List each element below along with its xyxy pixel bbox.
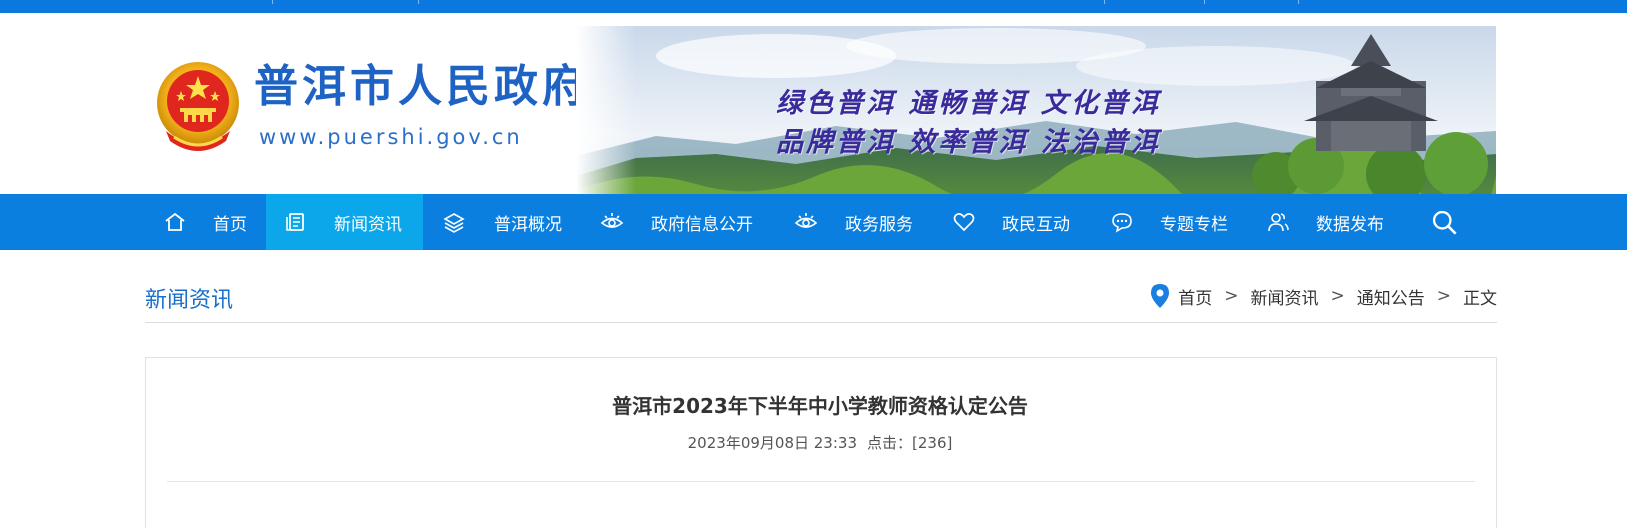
nav-item-label: 数据发布 <box>1316 214 1384 235</box>
top-divider <box>1104 0 1105 4</box>
nav-item-news[interactable]: 新闻资讯 <box>266 194 423 250</box>
nav-item-label: 首页 <box>213 214 247 235</box>
article-clicks-label: 点击： <box>866 434 912 452</box>
slogan-line-2: 品牌普洱 效率普洱 法治普洱 <box>776 127 1161 158</box>
top-divider <box>1204 0 1205 4</box>
section-divider <box>145 322 1497 323</box>
nav-item-overview[interactable]: 普洱概况 <box>442 194 592 250</box>
breadcrumb-separator: > <box>1436 286 1451 306</box>
layers-icon <box>443 213 465 233</box>
heart-icon <box>953 213 975 232</box>
users-icon <box>1268 213 1289 232</box>
site-url: www.puershi.gov.cn <box>259 125 523 149</box>
nav-item-label: 新闻资讯 <box>334 214 402 235</box>
nav-item-label: 专题专栏 <box>1160 214 1228 235</box>
breadcrumb: 首页 > 新闻资讯 > 通知公告 > 正文 <box>1150 283 1497 309</box>
home-icon <box>165 212 185 231</box>
search-icon <box>1432 210 1457 235</box>
site-title[interactable]: 普洱市人民政府 <box>254 65 590 109</box>
top-divider <box>1298 0 1299 4</box>
breadcrumb-home[interactable]: 首页 <box>1178 284 1212 309</box>
slogan-line-1: 绿色普洱 通畅普洱 文化普洱 <box>776 88 1161 119</box>
article-divider <box>167 481 1475 482</box>
breadcrumb-news[interactable]: 新闻资讯 <box>1251 284 1319 309</box>
article-title: 普洱市2023年下半年中小学教师资格认定公告 <box>612 394 1028 418</box>
location-pin-icon <box>1151 284 1170 308</box>
nav-item-label: 普洱概况 <box>494 214 562 235</box>
article-date: 2023年09月08日 23:33 <box>687 434 857 452</box>
breadcrumb-current: 正文 <box>1463 288 1497 309</box>
top-strip <box>0 0 1627 13</box>
top-divider <box>418 0 419 4</box>
nav-item-label: 政务服务 <box>845 214 913 235</box>
site-header: 普洱市人民政府 www.puershi.gov.cn 绿色普洱 通畅普洱 文化普… <box>0 13 1627 207</box>
eye-icon <box>600 213 624 228</box>
national-emblem-icon[interactable] <box>156 61 240 157</box>
article-meta: 2023年09月08日 23:33 点击：[236] <box>0 432 1627 453</box>
breadcrumb-separator: > <box>1224 286 1239 306</box>
nav-item-home[interactable]: 首页 <box>163 194 266 250</box>
nav-item-gov-info[interactable]: 政府信息公开 <box>600 194 780 250</box>
nav-item-label: 政民互动 <box>1002 214 1070 235</box>
main-nav: 首页 新闻资讯 普洱概况 政府信息公开 政务服务 政民互动 专题专栏 数据发布 <box>0 194 1627 250</box>
nav-item-label: 政府信息公开 <box>651 214 753 235</box>
nav-item-interaction[interactable]: 政民互动 <box>952 194 1102 250</box>
eye-icon <box>794 213 818 228</box>
article-clicks-value: [236] <box>912 434 953 452</box>
breadcrumb-separator: > <box>1330 286 1345 306</box>
nav-item-topics[interactable]: 专题专栏 <box>1110 194 1260 250</box>
nav-item-data[interactable]: 数据发布 <box>1266 194 1416 250</box>
top-divider <box>272 0 273 4</box>
breadcrumb-notices[interactable]: 通知公告 <box>1357 284 1425 309</box>
section-title: 新闻资讯 <box>145 288 234 313</box>
search-button[interactable] <box>1430 194 1470 250</box>
nav-item-services[interactable]: 政务服务 <box>794 194 944 250</box>
chat-icon <box>1112 213 1132 233</box>
news-icon <box>286 213 304 231</box>
